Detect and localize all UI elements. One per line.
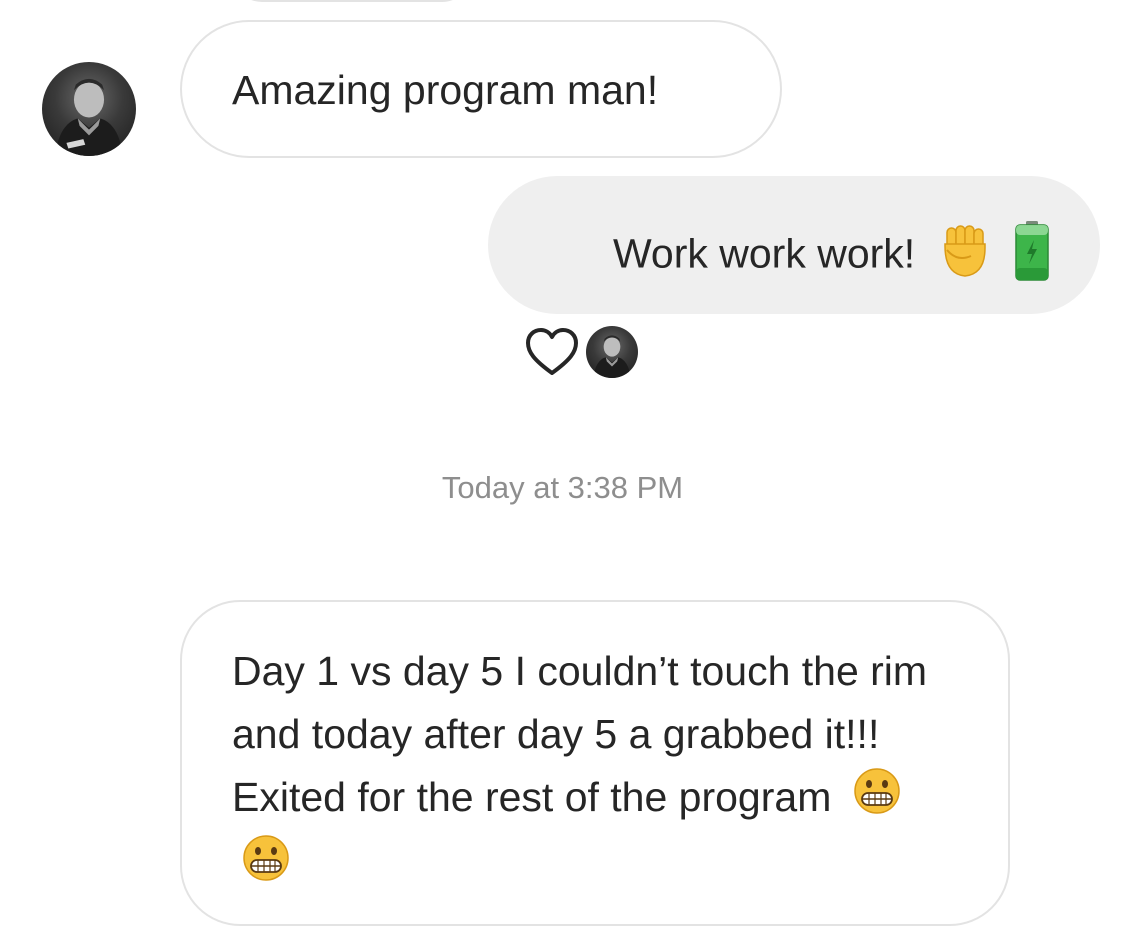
message-reactions[interactable] (524, 326, 638, 378)
reactor-avatar[interactable] (586, 326, 638, 378)
person-photo-icon (593, 335, 631, 378)
heart-outline-icon[interactable] (524, 327, 580, 377)
incoming-message-bubble[interactable]: Amazing program man! (180, 20, 782, 158)
message-text: Day 1 vs day 5 I couldn’t touch the rim … (232, 648, 928, 820)
grimacing-face-emoji-icon (242, 834, 290, 900)
incoming-message-bubble[interactable]: Day 1 vs day 5 I couldn’t touch the rim … (180, 600, 1010, 926)
sender-avatar[interactable] (42, 62, 136, 156)
grimacing-face-emoji-icon (853, 767, 901, 833)
message-timestamp: Today at 3:38 PM (441, 470, 684, 505)
message-text: Work work work! (612, 230, 916, 277)
outgoing-message-bubble[interactable]: Work work work! (488, 176, 1100, 314)
message-text: Amazing program man! (232, 67, 659, 113)
previous-message-bubble[interactable] (232, 0, 472, 2)
person-photo-icon (55, 78, 123, 156)
battery-emoji-icon (1014, 220, 1050, 293)
message-thread: Amazing program man! Work work work! Tod… (0, 0, 1125, 938)
raised-fist-emoji-icon (937, 222, 993, 291)
